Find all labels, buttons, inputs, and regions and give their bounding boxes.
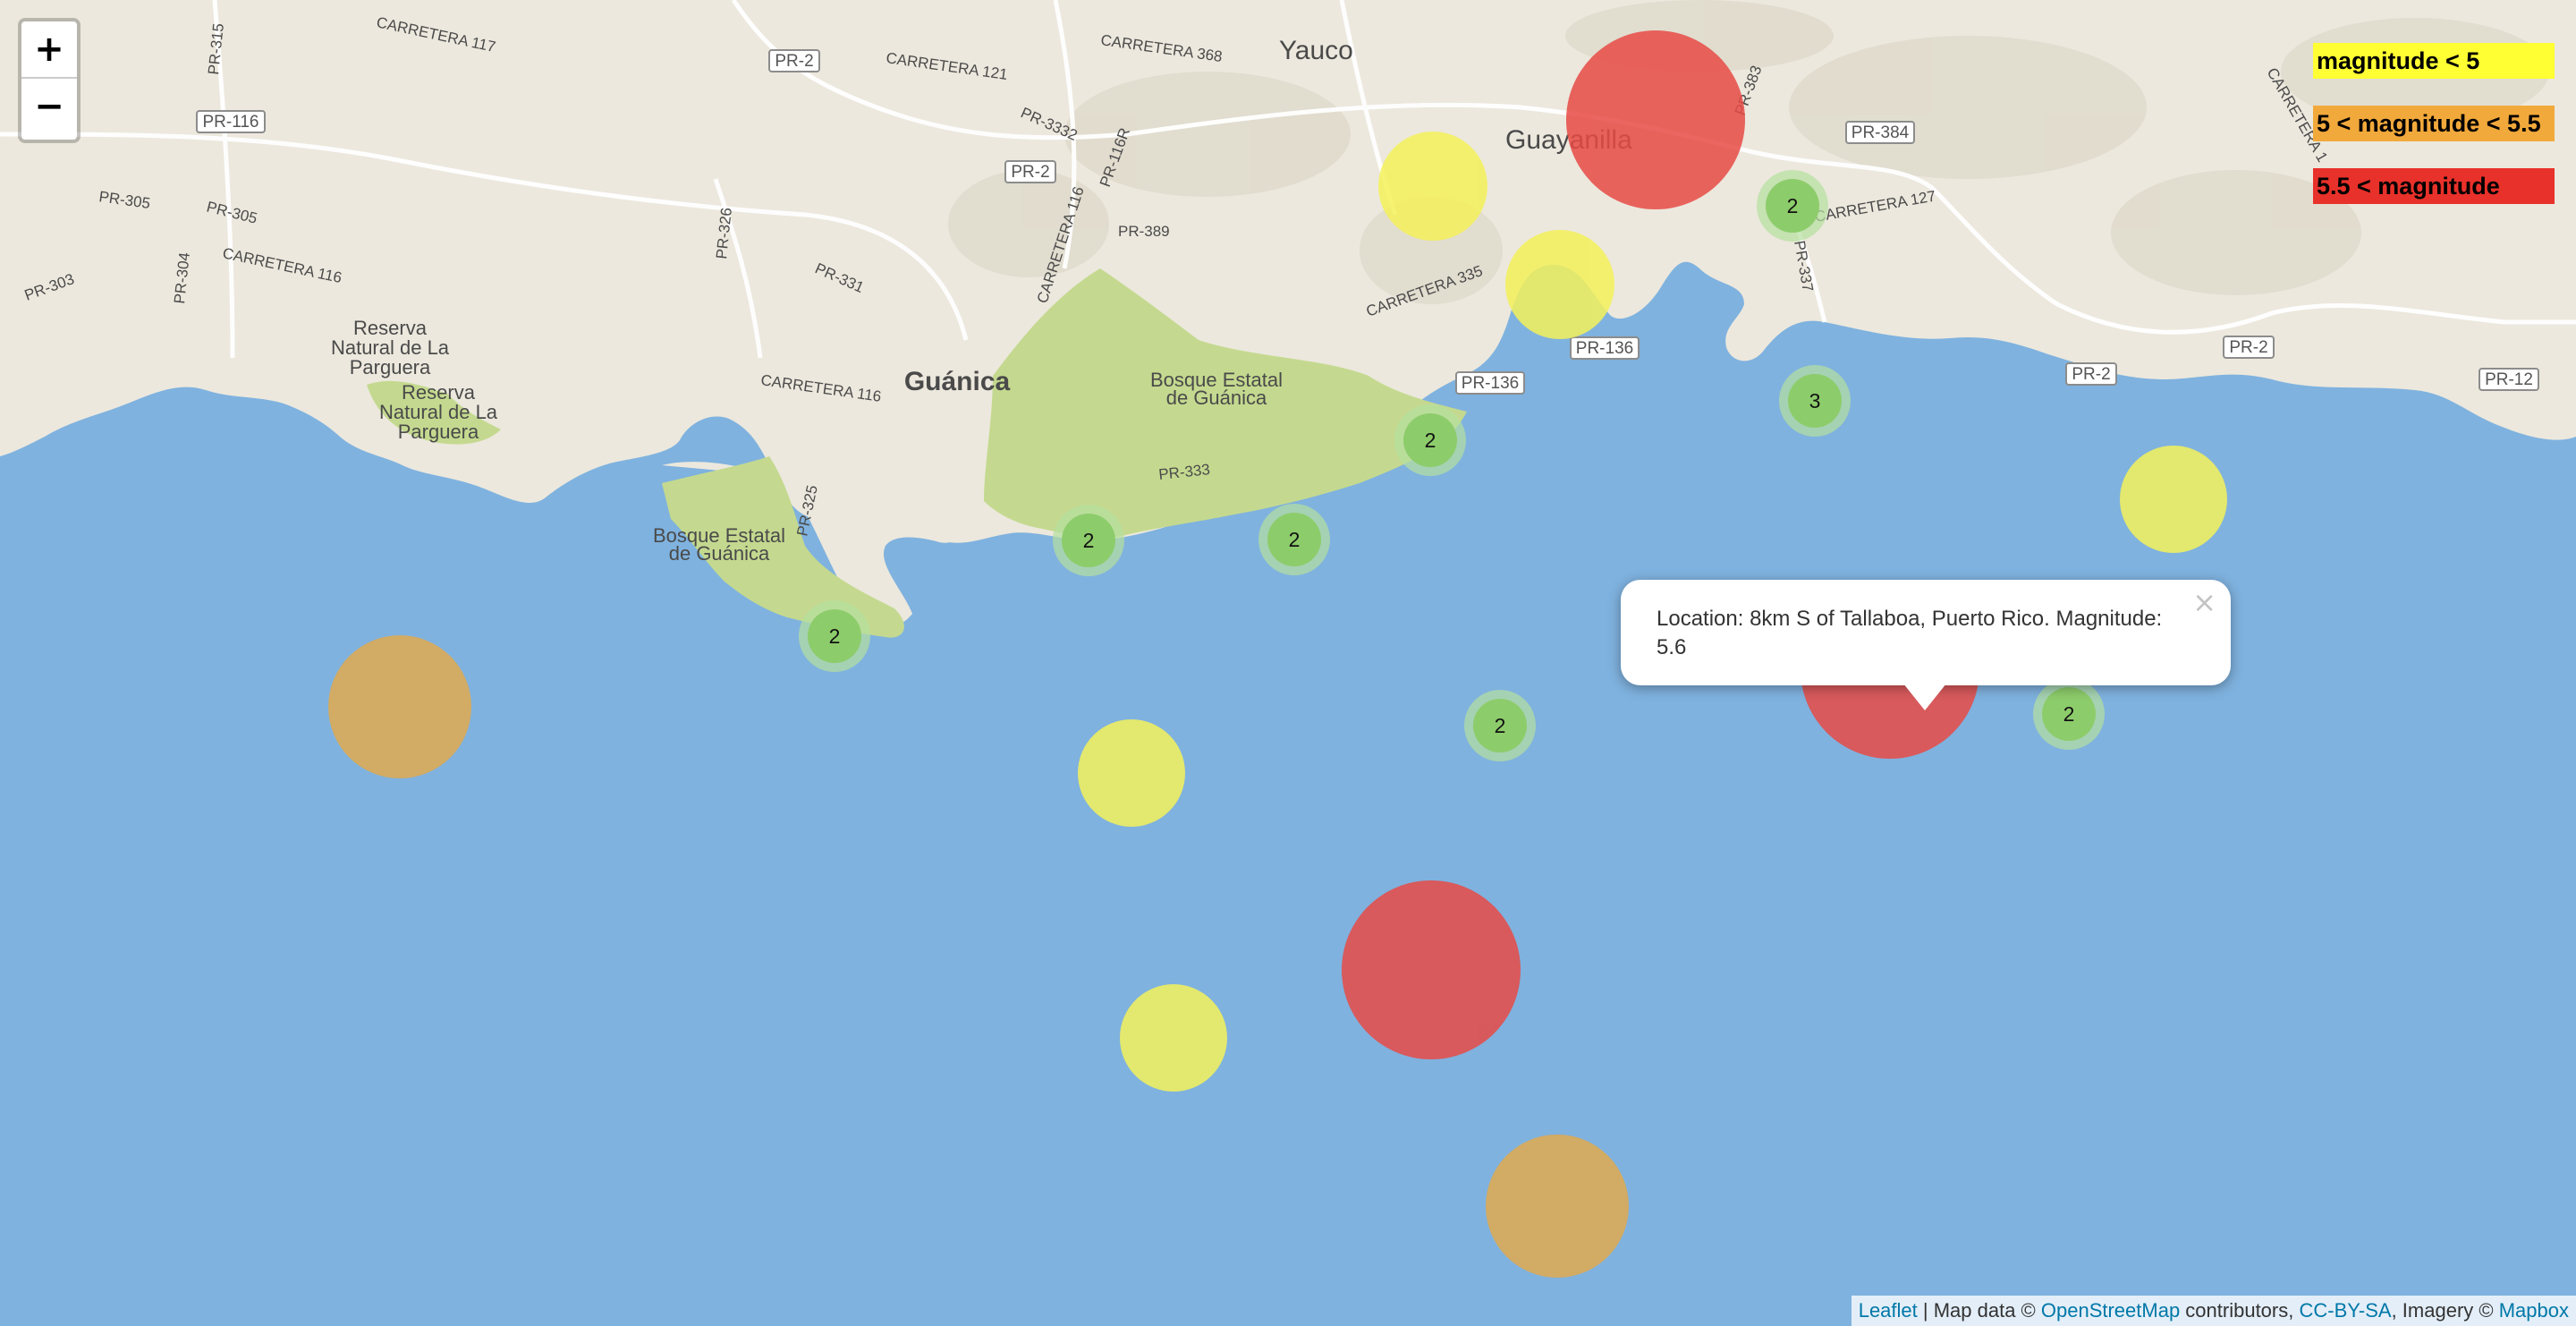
road-shield-label: PR-384 — [1852, 123, 1910, 142]
attribution-text: , Imagery © — [2391, 1299, 2499, 1322]
cluster-marker[interactable]: 2 — [1464, 690, 1536, 761]
road-shield-label: PR-12 — [2485, 370, 2533, 389]
cluster-count: 2 — [1289, 528, 1301, 551]
road-shield-pr-136-b: PR-136 — [1455, 371, 1525, 395]
cluster-count: 2 — [1787, 194, 1799, 217]
cluster-marker[interactable]: 2 — [2033, 678, 2105, 750]
earthquake-marker[interactable] — [1378, 132, 1487, 241]
park-label-line-3: Parguera — [350, 356, 431, 378]
road-shield-label: PR-136 — [1462, 374, 1519, 393]
zoom-control: + − — [18, 18, 80, 143]
park-label-line-3: Parguera — [398, 421, 479, 443]
cluster-marker[interactable]: 2 — [799, 600, 870, 672]
cluster-count: 2 — [1083, 529, 1095, 552]
legend-item-low: magnitude < 5 — [2313, 43, 2555, 79]
road-shield-pr-12: PR-12 — [2479, 368, 2539, 391]
popup-close-button[interactable]: × — [2192, 585, 2216, 619]
road-shield-pr-2-d: PR-2 — [2065, 362, 2117, 386]
earthquake-marker[interactable] — [1505, 230, 1614, 339]
legend-item-high: 5.5 < magnitude — [2313, 168, 2555, 204]
cluster-count: 2 — [1495, 714, 1506, 737]
cluster-count: 2 — [2063, 702, 2075, 726]
road-shield-pr-136-a: PR-136 — [1570, 336, 1640, 360]
park-label-bosque-west: Bosque Estatal de Guánica — [653, 524, 785, 565]
earthquake-popup: Location: 8km S of Tallaboa, Puerto Rico… — [1621, 580, 2231, 685]
road-shield-pr-2-b: PR-2 — [1004, 160, 1056, 183]
park-label-bosque-east: Bosque Estatal de Guánica — [1150, 369, 1283, 409]
zoom-out-button[interactable]: − — [21, 79, 77, 134]
road-shield-label: PR-2 — [775, 52, 813, 71]
earthquake-marker[interactable] — [1078, 719, 1185, 827]
earthquake-marker[interactable] — [2120, 446, 2227, 553]
mapbox-link[interactable]: Mapbox — [2499, 1299, 2569, 1322]
place-label-guanica: Guánica — [904, 367, 1011, 396]
road-shield-pr-2-c: PR-2 — [2223, 336, 2275, 359]
road-label-pr-389: PR-389 — [1118, 223, 1170, 240]
attribution-text: contributors, — [2180, 1299, 2300, 1322]
park-label-line-2: de Guánica — [1166, 387, 1267, 409]
cluster-marker[interactable]: 3 — [1779, 365, 1851, 437]
road-shield-label: PR-2 — [2229, 338, 2267, 357]
license-link[interactable]: CC-BY-SA — [2299, 1299, 2391, 1322]
road-shield-label: PR-136 — [1576, 339, 1633, 358]
zoom-in-button[interactable]: + — [21, 21, 77, 79]
road-shield-pr-2-a: PR-2 — [768, 49, 820, 72]
road-shield-pr-384: PR-384 — [1845, 121, 1915, 144]
attribution-text: | Map data © — [1917, 1299, 2041, 1322]
map-attribution: Leaflet | Map data © OpenStreetMap contr… — [1851, 1296, 2576, 1326]
cluster-marker[interactable]: 2 — [1757, 170, 1828, 242]
road-shield-label: PR-116 — [202, 113, 258, 132]
earthquake-marker[interactable] — [328, 635, 471, 778]
legend-item-mid: 5 < magnitude < 5.5 — [2313, 106, 2555, 141]
earthquake-marker[interactable] — [1342, 880, 1521, 1059]
earthquake-marker[interactable] — [1120, 984, 1227, 1092]
map-container[interactable]: Yauco Guayanilla Guánica Bosque Estatal … — [0, 0, 2576, 1326]
cluster-marker[interactable]: 2 — [1394, 404, 1466, 476]
road-shield-label: PR-2 — [2072, 365, 2110, 384]
place-label-yauco: Yauco — [1279, 36, 1353, 65]
road-shield-pr-116: PR-116 — [196, 110, 266, 133]
earthquake-marker[interactable] — [1486, 1135, 1629, 1278]
leaflet-link[interactable]: Leaflet — [1859, 1299, 1918, 1322]
earthquake-marker[interactable] — [1566, 30, 1745, 209]
cluster-count: 3 — [1809, 389, 1821, 412]
park-label-line-2: de Guánica — [669, 542, 770, 565]
popup-tip — [1903, 684, 1946, 710]
openstreetmap-link[interactable]: OpenStreetMap — [2041, 1299, 2180, 1322]
popup-content: Location: 8km S of Tallaboa, Puerto Rico… — [1657, 607, 2163, 659]
cluster-marker[interactable]: 2 — [1258, 504, 1330, 575]
magnitude-legend: magnitude < 5 5 < magnitude < 5.5 5.5 < … — [2313, 43, 2555, 231]
road-shield-label: PR-2 — [1011, 163, 1049, 182]
cluster-marker[interactable]: 2 — [1053, 505, 1124, 576]
cluster-count: 2 — [829, 625, 841, 648]
cluster-count: 2 — [1425, 429, 1436, 452]
